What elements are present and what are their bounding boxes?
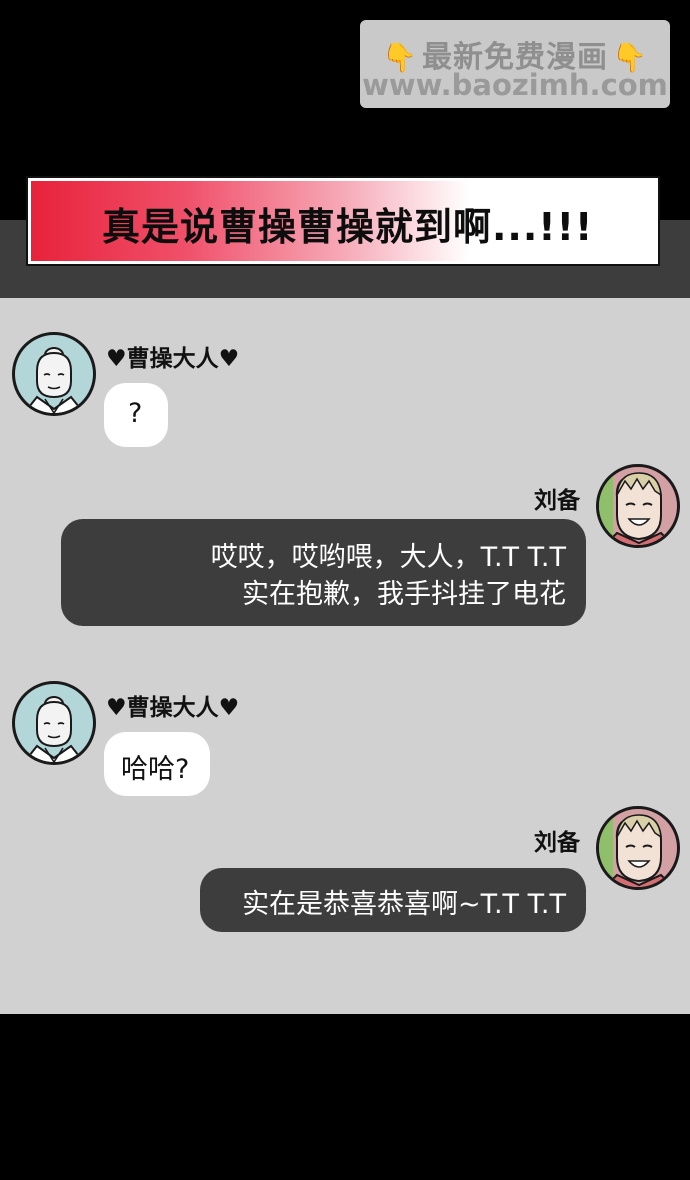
message-bubble: 哎哎，哎哟喂，大人，T.T T.T 实在抱歉，我手抖挂了电花 [61, 519, 586, 626]
banner-title: 真是说曹操曹操就到啊...!!! [102, 205, 594, 249]
sender-name: 刘备 [534, 830, 580, 856]
message-text: ? [128, 398, 143, 429]
scholar-face-icon [22, 347, 86, 413]
message-text: 实在是恭喜恭喜啊~T.T T.T [242, 889, 566, 920]
sender-name: 刘备 [534, 488, 580, 514]
watermark-url: www.baozimh.com [362, 68, 668, 102]
man-face-icon [599, 809, 675, 887]
sender-name: ♥曹操大人♥ [106, 695, 240, 721]
message-bubble: ? [104, 383, 168, 447]
message-bubble: 哈哈? [104, 732, 210, 796]
watermark-badge: 👇 最新免费漫画 👇 www.baozimh.com [360, 20, 670, 108]
scholar-face-icon [22, 696, 86, 762]
message-text: 哎哎，哎哟喂，大人，T.T T.T [210, 542, 566, 573]
sender-name: ♥曹操大人♥ [106, 346, 240, 372]
title-banner: 真是说曹操曹操就到啊...!!! [26, 176, 660, 266]
avatar-liu-bei[interactable] [596, 806, 680, 890]
message-text: 实在抱歉，我手抖挂了电花 [242, 579, 566, 610]
message-text: 哈哈? [121, 754, 190, 785]
avatar-liu-bei[interactable] [596, 464, 680, 548]
chat-area: ♥曹操大人♥ ? 刘备 哎哎，哎哟喂，大人，T.T T.T 实在抱歉，我手抖挂了… [0, 298, 690, 1014]
avatar-cao-cao[interactable] [12, 681, 96, 765]
message-bubble: 实在是恭喜恭喜啊~T.T T.T [200, 868, 586, 932]
man-face-icon [599, 467, 675, 545]
avatar-cao-cao[interactable] [12, 332, 96, 416]
